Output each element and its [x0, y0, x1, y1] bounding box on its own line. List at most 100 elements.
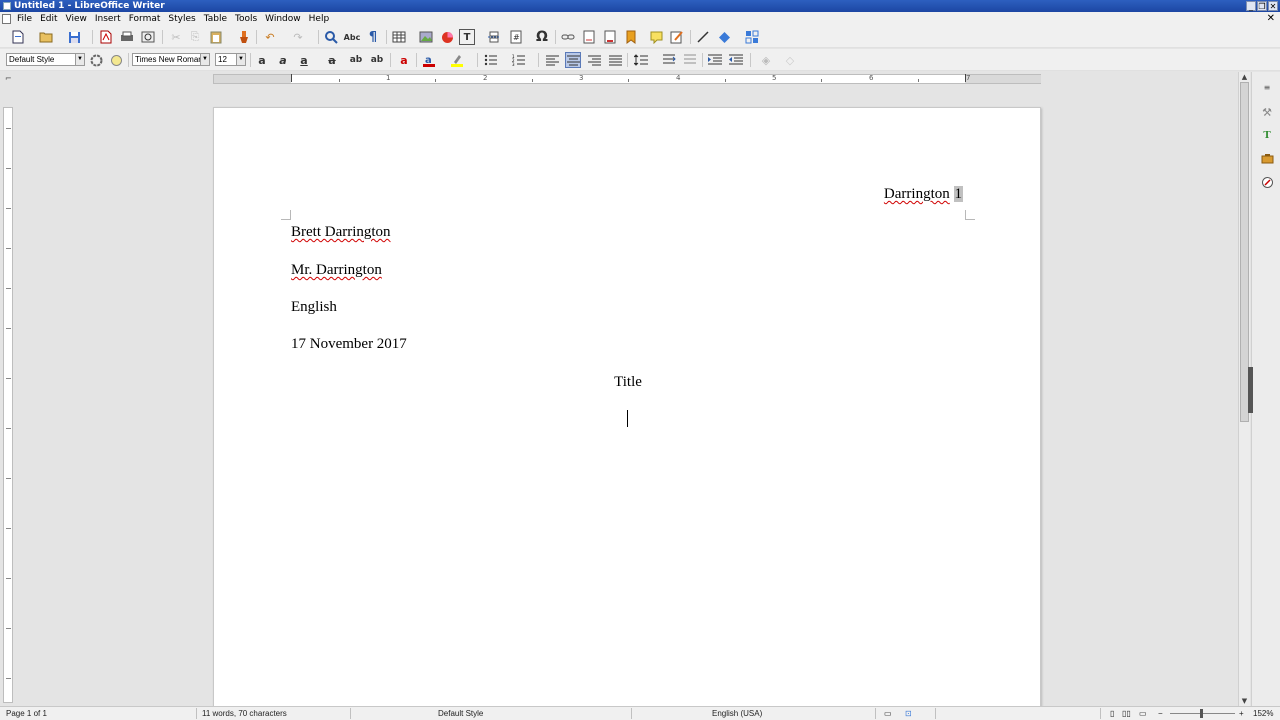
undo-icon[interactable]: ↶: [262, 29, 278, 45]
insert-chart-icon[interactable]: [439, 29, 455, 45]
export-pdf-icon[interactable]: [98, 29, 114, 45]
menu-insert[interactable]: Insert: [91, 12, 125, 26]
increase-paragraph-spacing-icon[interactable]: [661, 52, 677, 68]
right-to-left-icon[interactable]: ◇: [782, 52, 798, 68]
clone-formatting-icon[interactable]: [236, 29, 252, 45]
document-icon[interactable]: [2, 14, 11, 24]
comment-icon[interactable]: [648, 29, 664, 45]
clear-formatting-icon[interactable]: a: [396, 52, 412, 68]
align-left-icon[interactable]: [544, 52, 560, 68]
cut-icon[interactable]: ✂: [168, 29, 184, 45]
multi-page-view-icon[interactable]: ▯▯: [1122, 707, 1131, 720]
special-character-icon[interactable]: Ω: [534, 29, 550, 45]
book-view-icon[interactable]: ▭: [1139, 707, 1147, 720]
formatting-marks-icon[interactable]: ¶: [365, 29, 381, 45]
left-indent-marker[interactable]: [291, 74, 292, 82]
styles-icon[interactable]: T: [1260, 128, 1274, 142]
scroll-up-icon[interactable]: ▲: [1239, 72, 1250, 82]
zoom-in-icon[interactable]: +: [1239, 707, 1244, 720]
single-page-view-icon[interactable]: ▯: [1110, 707, 1114, 720]
zoom-out-icon[interactable]: −: [1158, 707, 1163, 720]
gallery-icon[interactable]: [1260, 151, 1274, 165]
justify-icon[interactable]: [607, 52, 623, 68]
date-line[interactable]: 17 November 2017: [291, 336, 407, 353]
underline-icon[interactable]: a: [296, 52, 312, 68]
document-page[interactable]: Darrington 1 Brett Darrington Mr. Darrin…: [213, 107, 1041, 707]
course-name-line[interactable]: English: [291, 299, 337, 316]
menu-help[interactable]: Help: [305, 12, 334, 26]
font-name-select[interactable]: Times New Roman ▼: [132, 53, 210, 66]
open-folder-icon[interactable]: [38, 29, 54, 45]
footnote-icon[interactable]: [581, 29, 597, 45]
page-number-field[interactable]: 1: [953, 186, 963, 202]
tab-type-icon[interactable]: ⌐: [5, 74, 12, 83]
increase-indent-icon[interactable]: [707, 52, 723, 68]
insert-text-box-icon[interactable]: T: [459, 29, 475, 45]
spelling-icon[interactable]: Abc: [344, 29, 361, 45]
italic-icon[interactable]: a: [275, 52, 291, 68]
menu-format[interactable]: Format: [125, 12, 165, 26]
close-window-button[interactable]: ✕: [1268, 1, 1278, 11]
minimize-button[interactable]: _: [1246, 1, 1256, 11]
basic-shapes-icon[interactable]: [716, 29, 732, 45]
bookmark-icon[interactable]: [623, 29, 639, 45]
sidebar-collapse-handle[interactable]: [1248, 367, 1253, 413]
hyperlink-icon[interactable]: [560, 29, 576, 45]
endnote-icon[interactable]: [602, 29, 618, 45]
subscript-icon[interactable]: ab: [369, 52, 385, 68]
bold-icon[interactable]: a: [254, 52, 270, 68]
print-preview-icon[interactable]: [140, 29, 156, 45]
insert-image-icon[interactable]: [418, 29, 434, 45]
print-icon[interactable]: [119, 29, 135, 45]
word-count[interactable]: 11 words, 70 characters: [202, 707, 287, 720]
save-icon[interactable]: [66, 29, 82, 45]
highlighting-color-icon[interactable]: [449, 52, 465, 68]
zoom-level[interactable]: 152%: [1253, 707, 1273, 720]
student-name-line[interactable]: Brett Darrington: [291, 224, 391, 241]
decrease-indent-icon[interactable]: [728, 52, 744, 68]
document-title[interactable]: Title: [214, 374, 1042, 391]
menu-styles[interactable]: Styles: [164, 12, 199, 26]
redo-icon[interactable]: ↷: [290, 29, 306, 45]
insert-page-break-icon[interactable]: [486, 29, 502, 45]
page-count[interactable]: Page 1 of 1: [6, 707, 47, 720]
close-document-button[interactable]: ✕: [1267, 12, 1275, 26]
text-language[interactable]: English (USA): [712, 707, 762, 720]
copy-icon[interactable]: ⎘: [187, 29, 203, 45]
teacher-name-line[interactable]: Mr. Darrington: [291, 262, 382, 279]
page-style[interactable]: Default Style: [438, 707, 483, 720]
menu-window[interactable]: Window: [261, 12, 305, 26]
new-document-icon[interactable]: [10, 29, 26, 45]
bullet-list-icon[interactable]: [483, 52, 499, 68]
superscript-icon[interactable]: ab: [348, 52, 364, 68]
insert-field-icon[interactable]: #: [508, 29, 524, 45]
zoom-slider-knob[interactable]: [1200, 709, 1203, 718]
menu-view[interactable]: View: [62, 12, 91, 26]
font-size-select[interactable]: 12 ▼: [215, 53, 246, 66]
restore-button[interactable]: ❐: [1257, 1, 1267, 11]
insert-mode-icon[interactable]: ▭: [884, 707, 892, 720]
page-header[interactable]: Darrington 1: [884, 186, 963, 203]
paragraph-style-select[interactable]: Default Style ▼: [6, 53, 85, 66]
menu-file[interactable]: File: [13, 12, 36, 26]
menu-tools[interactable]: Tools: [231, 12, 261, 26]
decrease-paragraph-spacing-icon[interactable]: [682, 52, 698, 68]
sidebar-menu-icon[interactable]: ≡: [1260, 80, 1274, 94]
navigator-icon[interactable]: [1260, 175, 1274, 189]
selection-mode-icon[interactable]: ⊡: [905, 707, 912, 720]
update-style-icon[interactable]: [88, 52, 104, 68]
align-right-icon[interactable]: [586, 52, 602, 68]
paste-icon[interactable]: [208, 29, 224, 45]
align-center-icon[interactable]: [565, 52, 581, 68]
insert-table-icon[interactable]: [391, 29, 407, 45]
vertical-ruler[interactable]: [3, 107, 13, 703]
properties-wrench-icon[interactable]: ⚒: [1260, 105, 1274, 119]
draw-functions-icon[interactable]: [744, 29, 760, 45]
font-color-icon[interactable]: a: [421, 52, 437, 68]
menu-edit[interactable]: Edit: [36, 12, 61, 26]
new-style-icon[interactable]: [108, 52, 124, 68]
scroll-down-icon[interactable]: ▼: [1239, 696, 1250, 706]
numbered-list-icon[interactable]: 123: [511, 52, 527, 68]
strikethrough-icon[interactable]: a: [324, 52, 340, 68]
menu-table[interactable]: Table: [200, 12, 231, 26]
